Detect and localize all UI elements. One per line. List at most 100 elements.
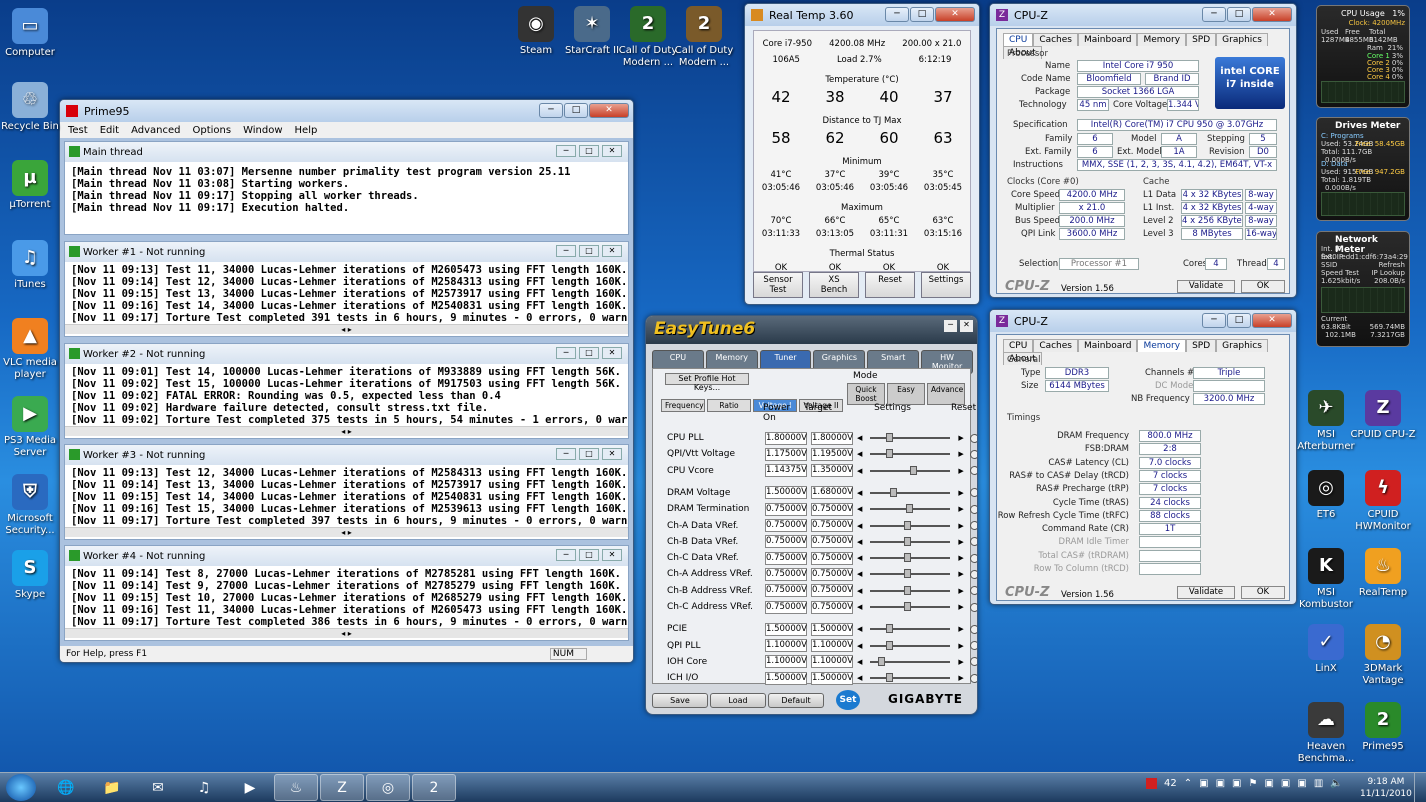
desktop-icon-itunes[interactable]: ♫ iTunes	[0, 240, 66, 291]
desktop-icon-computer[interactable]: ▭ Computer	[0, 8, 66, 59]
minimize-button[interactable]: ─	[556, 245, 576, 257]
reset-radio[interactable]	[969, 641, 977, 651]
xs-bench-button[interactable]: XS Bench	[809, 272, 859, 298]
start-button[interactable]	[6, 774, 36, 801]
tab-mainboard[interactable]: Mainboard	[1078, 339, 1138, 352]
reset-radio[interactable]	[969, 537, 977, 547]
tab-graphics[interactable]: Graphics	[1216, 339, 1268, 352]
reset-radio[interactable]	[969, 586, 977, 596]
slider-thumb[interactable]	[903, 602, 911, 611]
taskbar-outlook-button[interactable]: ✉	[136, 774, 180, 801]
drives-meter-gadget[interactable]: Drives Meter C: Programs Used: 53.24GB Tota…	[1316, 117, 1410, 221]
voltage-slider[interactable]	[870, 569, 951, 579]
close-button[interactable]: ✕	[935, 7, 975, 22]
minimize-button[interactable]: ─	[1202, 7, 1226, 22]
tab-cpu[interactable]: CPU	[1003, 339, 1034, 352]
maximize-button[interactable]: □	[579, 145, 599, 157]
voltage-slider[interactable]	[870, 487, 951, 497]
slider-thumb[interactable]	[903, 569, 911, 579]
increase-arrow-icon[interactable]: ▶	[958, 450, 963, 458]
worker-4-window[interactable]: Worker #4 - Not running ─ □ ✕ [Nov 11 09:14]…	[64, 545, 629, 641]
worker-3-window[interactable]: Worker #3 - Not running ─ □ ✕ [Nov 11 09:13]…	[64, 444, 629, 540]
minimize-button[interactable]: ─	[539, 103, 563, 118]
taskbar-itunes-button[interactable]: ♫	[182, 774, 226, 801]
taskbar-windows-explorer-button[interactable]: 📁	[90, 774, 134, 801]
voltage-slider[interactable]	[870, 624, 951, 634]
set-profile-hotkeys-button[interactable]: Set Profile Hot Keys...	[665, 373, 749, 392]
target-value[interactable]: 1.19500V	[811, 447, 853, 461]
subtab-ratio[interactable]: Ratio	[707, 399, 751, 412]
taskbar-media-player-button[interactable]: ▶	[228, 774, 272, 801]
desktop-icon-skype[interactable]: S Skype	[0, 550, 66, 601]
tab-spd[interactable]: SPD	[1186, 33, 1217, 46]
decrease-arrow-icon[interactable]: ◀	[857, 587, 862, 595]
close-button[interactable]: ✕	[589, 103, 629, 118]
maximize-button[interactable]: □	[579, 549, 599, 561]
clock[interactable]: 9:18 AM 11/11/2010	[1360, 776, 1412, 800]
decrease-arrow-icon[interactable]: ◀	[857, 434, 862, 442]
tray-app-icon[interactable]: ▣	[1281, 778, 1290, 789]
increase-arrow-icon[interactable]: ▶	[958, 538, 963, 546]
decrease-arrow-icon[interactable]: ◀	[857, 554, 862, 562]
taskbar-prime95-button[interactable]: 2	[412, 774, 456, 801]
target-value[interactable]: 0.75000V	[811, 600, 853, 614]
tab-memory[interactable]: Memory	[1137, 339, 1187, 352]
realtemp-window[interactable]: Real Temp 3.60 ─ □ ✕ Core i7-950 4200.08 MH…	[744, 3, 980, 305]
slider-thumb[interactable]	[878, 656, 886, 666]
close-button[interactable]: ✕	[1252, 313, 1292, 328]
close-button[interactable]: ✕	[960, 320, 973, 332]
minimize-button[interactable]: ─	[885, 7, 909, 22]
tab-memory[interactable]: Memory	[1137, 33, 1187, 46]
close-button[interactable]: ✕	[602, 347, 622, 359]
decrease-arrow-icon[interactable]: ◀	[857, 603, 862, 611]
menu-advanced[interactable]: Advanced	[131, 125, 180, 136]
desktop-icon-prime95[interactable]: 2 Prime95	[1347, 702, 1419, 753]
tab-mainboard[interactable]: Mainboard	[1078, 33, 1138, 46]
menu-help[interactable]: Help	[295, 125, 318, 136]
worker-1-window[interactable]: Worker #1 - Not running ─ □ ✕ [Nov 11 09:13]…	[64, 241, 629, 337]
maximize-button[interactable]: □	[1227, 313, 1251, 328]
save-button[interactable]: Save	[652, 693, 708, 708]
increase-arrow-icon[interactable]: ▶	[958, 467, 963, 475]
slider-thumb[interactable]	[886, 640, 894, 650]
show-desktop-button[interactable]	[1414, 772, 1426, 802]
easytune-window[interactable]: EasyTune6 ─ ✕ CPU Memory Tuner Graphics Smar…	[645, 315, 978, 715]
tray-app-icon[interactable]: ▣	[1232, 778, 1241, 789]
reset-radio[interactable]	[969, 569, 977, 579]
voltage-slider[interactable]	[870, 640, 951, 650]
target-value[interactable]: 1.50000V	[811, 622, 853, 636]
reset-radio[interactable]	[969, 504, 977, 514]
tray-app-icon[interactable]: ▣	[1216, 778, 1225, 789]
decrease-arrow-icon[interactable]: ◀	[857, 489, 862, 497]
target-value[interactable]: 0.75000V	[811, 535, 853, 549]
cpuz-memory-window[interactable]: Z CPU-Z ─ □ ✕ CPU Caches Mainboard Memory SPD Gr…	[989, 309, 1297, 605]
decrease-arrow-icon[interactable]: ◀	[857, 538, 862, 546]
increase-arrow-icon[interactable]: ▶	[958, 522, 963, 530]
horizontal-scrollbar[interactable]: ◂ ▸	[65, 628, 628, 638]
desktop-icon-microsoft-security-[interactable]: ⛨ Microsoft Security...	[0, 474, 66, 537]
horizontal-scrollbar[interactable]: ◂ ▸	[65, 426, 628, 436]
reset-button[interactable]: Reset	[865, 272, 915, 298]
target-value[interactable]: 1.10000V	[811, 639, 853, 653]
network-meter-gadget[interactable]: Network Meter Int. IP: fe80::edd1:cdf6:73…	[1316, 231, 1410, 347]
increase-arrow-icon[interactable]: ▶	[958, 570, 963, 578]
slider-thumb[interactable]	[886, 624, 894, 634]
horizontal-scrollbar[interactable]: ◂ ▸	[65, 527, 628, 537]
slider-thumb[interactable]	[886, 449, 894, 459]
close-button[interactable]: ✕	[602, 549, 622, 561]
minimize-button[interactable]: ─	[1202, 313, 1226, 328]
menu-test[interactable]: Test	[68, 125, 88, 136]
target-value[interactable]: 0.75000V	[811, 567, 853, 581]
reset-radio[interactable]	[969, 488, 977, 498]
target-value[interactable]: 1.10000V	[811, 655, 853, 669]
minimize-button[interactable]: ─	[556, 347, 576, 359]
horizontal-scrollbar[interactable]: ◂ ▸	[65, 324, 628, 334]
desktop-icon-ps3-media-server[interactable]: ▶ PS3 Media Server	[0, 396, 66, 459]
decrease-arrow-icon[interactable]: ◀	[857, 570, 862, 578]
worker-2-window[interactable]: Worker #2 - Not running ─ □ ✕ [Nov 11 09:01]…	[64, 343, 629, 439]
subtab-frequency[interactable]: Frequency	[661, 399, 705, 412]
voltage-slider[interactable]	[870, 553, 951, 563]
ok-button[interactable]: OK	[1241, 586, 1285, 599]
voltage-slider[interactable]	[870, 585, 951, 595]
slider-thumb[interactable]	[910, 465, 918, 475]
